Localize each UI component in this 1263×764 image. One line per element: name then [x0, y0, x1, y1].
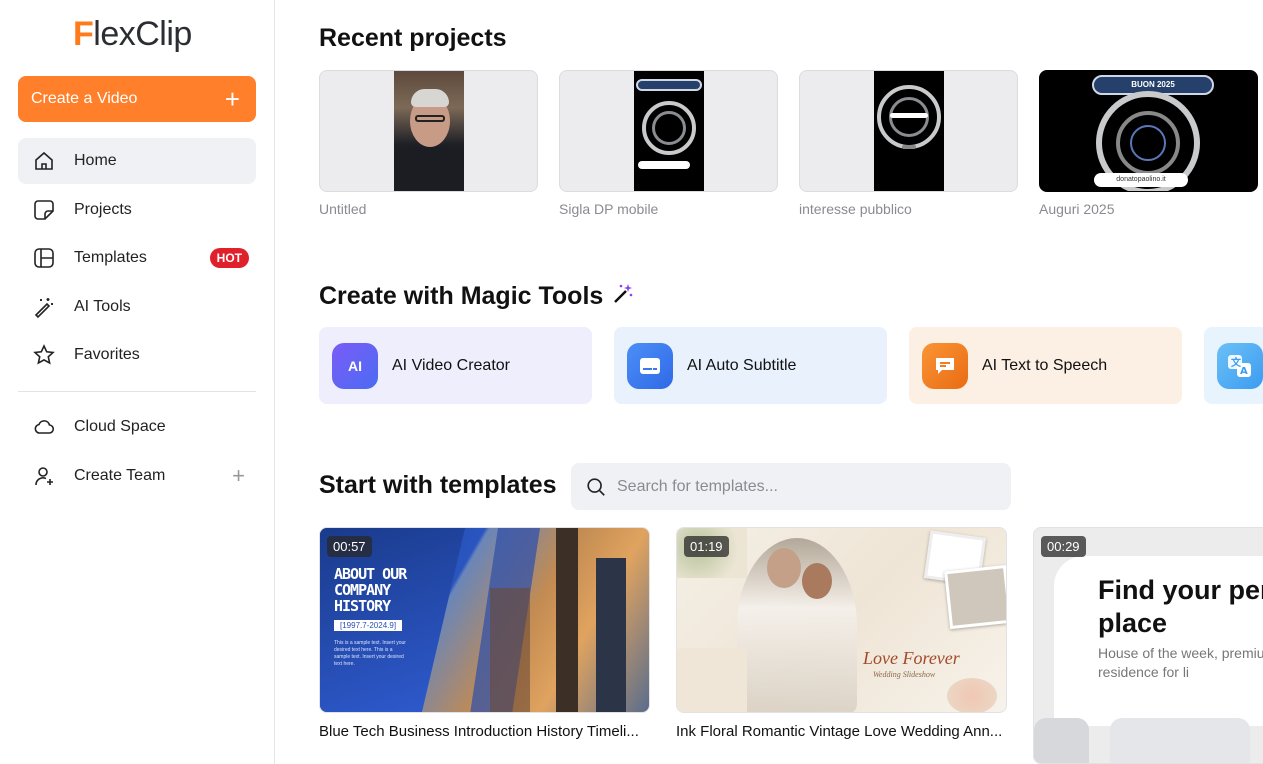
create-video-button[interactable]: Create a Video +	[18, 76, 256, 122]
template-thumbnail[interactable]: ABOUT OUR COMPANY HISTORY [1997.7-2024.9…	[319, 527, 650, 713]
recent-projects-list: Untitled Sigla DP mobile interesse pubbl…	[319, 70, 1258, 217]
projects-icon	[31, 197, 57, 223]
magic-tools-header: Create with Magic Tools	[319, 281, 635, 312]
add-team-icon[interactable]: +	[232, 463, 245, 489]
project-name: Sigla DP mobile	[559, 201, 659, 217]
template-list: ABOUT OUR COMPANY HISTORY [1997.7-2024.9…	[319, 527, 1263, 764]
sidebar-item-projects[interactable]: Projects	[18, 187, 256, 233]
subtitle-icon	[627, 342, 673, 389]
project-card[interactable]: Sigla DP mobile	[559, 70, 778, 217]
ai-auto-subtitle-card[interactable]: AI Auto Subtitle	[614, 327, 887, 404]
template-name: Blue Tech Business Introduction History …	[319, 723, 639, 740]
duration-badge: 01:19	[684, 536, 729, 557]
secondary-nav: Cloud Space Create Team +	[18, 404, 256, 501]
sidebar-item-label: Templates	[74, 249, 147, 266]
ai-text-to-speech-card[interactable]: AI Text to Speech	[909, 327, 1182, 404]
project-thumbnail[interactable]	[319, 70, 538, 192]
project-card[interactable]: interesse pubblico	[799, 70, 1018, 217]
person-video-frame	[394, 71, 464, 191]
svg-text:A: A	[1240, 366, 1248, 377]
create-video-label: Create a Video	[31, 90, 138, 107]
logo-video-frame	[634, 71, 704, 191]
template-card[interactable]: Love Forever Wedding Slideshow 01:19 Ink…	[676, 527, 1007, 764]
magic-tools-title: Create with Magic Tools	[319, 282, 604, 310]
star-icon	[31, 342, 57, 368]
template-name: Ink Floral Romantic Vintage Love Wedding…	[676, 723, 1003, 740]
sidebar-item-cloud-space[interactable]: Cloud Space	[18, 404, 256, 450]
plus-icon: +	[224, 84, 240, 114]
logo-video-frame	[874, 71, 944, 191]
sidebar-item-home[interactable]: Home	[18, 138, 256, 184]
project-name: Untitled	[319, 201, 367, 217]
sidebar-item-label: AI Tools	[74, 297, 131, 315]
recent-projects-title: Recent projects	[319, 24, 507, 52]
thumb-title: Love Forever	[863, 648, 960, 668]
thumb-title: ABOUT OUR COMPANY HISTORY	[334, 565, 407, 615]
project-thumbnail[interactable]	[559, 70, 778, 192]
speech-bubble-icon	[922, 342, 968, 389]
project-name: Auguri 2025	[1039, 201, 1115, 217]
search-icon	[587, 477, 605, 496]
hot-badge: HOT	[209, 248, 249, 268]
sidebar-item-favorites[interactable]: Favorites	[18, 332, 256, 378]
translate-icon: 文A	[1217, 342, 1263, 389]
main-nav: Home Projects Templates HOT AI Tools Fav…	[18, 138, 256, 381]
project-name: interesse pubblico	[799, 201, 912, 217]
ai-video-creator-card[interactable]: AI AI Video Creator	[319, 327, 592, 404]
sidebar-item-ai-tools[interactable]: AI Tools	[18, 284, 256, 330]
sidebar-divider	[18, 391, 256, 392]
template-search-input[interactable]	[617, 477, 997, 496]
sidebar-item-label: Favorites	[74, 346, 140, 363]
sidebar-item-label: Projects	[74, 200, 132, 218]
tool-label: AI Video Creator	[392, 356, 510, 374]
sidebar-item-label: Cloud Space	[74, 418, 166, 435]
magic-wand-icon	[31, 294, 57, 320]
magic-tools-list: AI AI Video Creator AI Auto Subtitle AI …	[319, 327, 1263, 404]
magic-sparkle-icon	[611, 281, 635, 312]
add-user-icon	[31, 463, 57, 489]
sidebar-item-label: Home	[74, 152, 117, 169]
tool-label: AI Text to Speech	[982, 356, 1108, 374]
duration-badge: 00:29	[1041, 536, 1086, 557]
template-thumbnail[interactable]: Love Forever Wedding Slideshow 01:19	[676, 527, 1007, 713]
main-content: Recent projects Untitled Sigla DP mobile…	[276, 0, 1263, 764]
thumb-subtitle: Wedding Slideshow	[873, 670, 936, 679]
ai-video-icon: AI	[332, 342, 378, 389]
template-search-bar[interactable]	[571, 463, 1011, 510]
sidebar: FlexClip Create a Video + Home Projects	[0, 0, 275, 764]
template-thumbnail[interactable]: Find your perfect place House of the wee…	[1033, 527, 1263, 764]
template-card[interactable]: Find your perfect place House of the wee…	[1033, 527, 1263, 764]
thumb-subtitle: House of the week, premium residence for…	[1098, 645, 1263, 680]
project-card[interactable]: Untitled	[319, 70, 538, 217]
home-icon	[31, 148, 57, 174]
sidebar-item-create-team[interactable]: Create Team +	[18, 453, 256, 499]
sidebar-item-templates[interactable]: Templates HOT	[18, 235, 256, 281]
cloud-icon	[31, 414, 57, 440]
sidebar-item-label: Create Team	[74, 466, 166, 484]
project-thumbnail[interactable]: BUON 2025 donatopaolino.it	[1039, 70, 1258, 192]
tool-label: AI Auto Subtitle	[687, 356, 797, 374]
duration-badge: 00:57	[327, 536, 372, 557]
thumb-title: Find your perfect place	[1098, 575, 1263, 638]
url-text: donatopaolino.it	[1094, 173, 1188, 187]
thumb-body: This is a sample text. Insert your desir…	[334, 640, 406, 667]
project-thumbnail[interactable]	[799, 70, 1018, 192]
flexclip-logo[interactable]: FlexClip	[73, 14, 192, 54]
thumb-years: [1997.7-2024.9]	[334, 620, 403, 631]
translate-tool-card[interactable]: 文A	[1204, 327, 1263, 404]
project-card[interactable]: BUON 2025 donatopaolino.it Auguri 2025	[1039, 70, 1258, 217]
templates-title: Start with templates	[319, 471, 557, 499]
template-card[interactable]: ABOUT OUR COMPANY HISTORY [1997.7-2024.9…	[319, 527, 650, 764]
templates-icon	[31, 245, 57, 271]
